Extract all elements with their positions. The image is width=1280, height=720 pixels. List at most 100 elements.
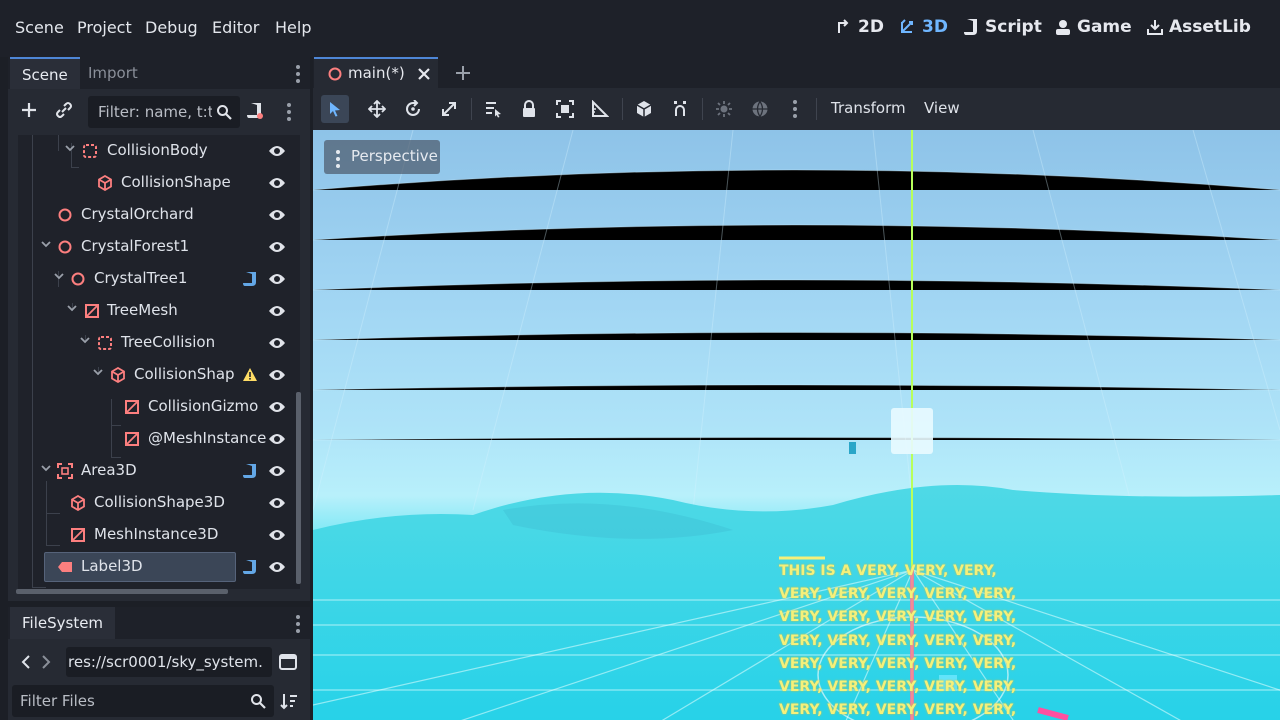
node-label: MeshInstance3D <box>94 525 219 543</box>
node-label: CrystalTree1 <box>94 269 188 287</box>
menu-help[interactable]: Help <box>275 18 311 37</box>
warning-icon[interactable] <box>242 367 258 383</box>
perspective-menu-button[interactable]: Perspective <box>324 140 440 174</box>
visibility-eye-icon[interactable] <box>268 400 286 414</box>
ruler-button[interactable] <box>588 97 612 121</box>
script-attached-icon[interactable] <box>242 559 258 575</box>
scene-dock-menu-icon[interactable] <box>296 65 300 86</box>
visibility-eye-icon[interactable] <box>268 304 286 318</box>
rotate-mode-button[interactable] <box>401 97 425 121</box>
tree-row-collisionshape3d[interactable]: CollisionShape3D <box>18 487 300 519</box>
visibility-eye-icon[interactable] <box>268 272 286 286</box>
chevron-down-icon[interactable] <box>66 302 78 314</box>
viewport-more-icon[interactable] <box>793 100 797 121</box>
chevron-down-icon[interactable] <box>79 334 91 346</box>
tree-vertical-scrollbar[interactable] <box>296 392 301 584</box>
chevron-down-icon[interactable] <box>40 238 52 250</box>
tree-row-collisionbody[interactable]: CollisionBody <box>18 135 300 167</box>
snap-icon <box>674 101 686 116</box>
tree-row-area3d[interactable]: Area3D <box>18 455 300 487</box>
visibility-eye-icon[interactable] <box>268 432 286 446</box>
local-space-button[interactable] <box>632 97 656 121</box>
menu-project[interactable]: Project <box>77 18 132 37</box>
lock-button[interactable] <box>517 97 541 121</box>
tree-row-treecollision[interactable]: TreeCollision <box>18 327 300 359</box>
workspace-assetlib-button[interactable]: AssetLib <box>1147 17 1251 37</box>
select-mode-button[interactable] <box>321 95 349 123</box>
tree-row-collisionshap[interactable]: CollisionShap <box>18 359 300 391</box>
tab-scene[interactable]: Scene <box>10 57 80 89</box>
visibility-eye-icon[interactable] <box>268 208 286 222</box>
visibility-eye-icon[interactable] <box>268 496 286 510</box>
add-node-button[interactable] <box>18 99 40 121</box>
visibility-eye-icon[interactable] <box>268 560 286 574</box>
tree-row-crystalorchard[interactable]: CrystalOrchard <box>18 199 300 231</box>
sort-icon[interactable] <box>280 692 298 710</box>
visibility-eye-icon[interactable] <box>268 464 286 478</box>
filesystem-path-input[interactable] <box>66 647 266 677</box>
snap-button[interactable] <box>668 97 692 121</box>
script-attached-icon[interactable] <box>242 463 258 479</box>
menu-editor[interactable]: Editor <box>212 18 259 37</box>
back-icon[interactable] <box>20 654 32 670</box>
visibility-eye-icon[interactable] <box>268 176 286 190</box>
tree-row-label3d[interactable]: Label3D <box>18 551 300 583</box>
tree-row-treemesh[interactable]: TreeMesh <box>18 295 300 327</box>
forward-icon[interactable] <box>40 654 52 670</box>
chevron-down-icon[interactable] <box>64 142 76 154</box>
instance-scene-button[interactable] <box>53 99 75 121</box>
staticbody-icon <box>98 336 112 350</box>
sun-icon <box>716 101 732 117</box>
workspace-script-label: Script <box>985 17 1042 37</box>
move-mode-button[interactable] <box>365 97 389 121</box>
workspace-2d-button[interactable]: 2D <box>836 17 884 37</box>
tree-row-meshinstance3d[interactable]: MeshInstance3D <box>18 519 300 551</box>
tab-filesystem[interactable]: FileSystem <box>10 607 116 639</box>
tree-row-collisiongizmo[interactable]: CollisionGizmo <box>18 391 300 423</box>
attach-script-button[interactable] <box>244 100 266 122</box>
preview-sun-button[interactable] <box>712 97 736 121</box>
scale-mode-button[interactable] <box>437 97 461 121</box>
visibility-eye-icon[interactable] <box>268 144 286 158</box>
chevron-down-icon[interactable] <box>92 366 104 378</box>
add-tab-icon[interactable] <box>455 65 471 81</box>
scene-filter-input[interactable] <box>88 96 212 128</box>
tree-row-crystaltree1[interactable]: CrystalTree1 <box>18 263 300 295</box>
tree-row-collisionshape[interactable]: CollisionShape <box>18 167 300 199</box>
tree-row-meshinstance[interactable]: @MeshInstance <box>18 423 300 455</box>
cube-icon <box>636 101 652 117</box>
split-view-icon[interactable] <box>279 653 297 671</box>
collisionshape-icon <box>98 175 112 191</box>
workspace-3d-button[interactable]: 3D <box>900 17 948 37</box>
chevron-down-icon[interactable] <box>53 270 65 282</box>
tab-import[interactable]: Import <box>76 57 150 89</box>
scene-more-icon[interactable] <box>287 103 291 124</box>
collisionshape-icon <box>71 495 85 511</box>
group-button[interactable] <box>553 97 577 121</box>
script-attached-icon[interactable] <box>242 271 258 287</box>
menu-debug[interactable]: Debug <box>145 18 198 37</box>
workspace-script-button[interactable]: Script <box>963 17 1042 37</box>
tab-main-scene[interactable]: main(*) <box>314 57 438 88</box>
lock-icon <box>523 100 535 117</box>
visibility-eye-icon[interactable] <box>268 240 286 254</box>
chevron-down-icon[interactable] <box>40 462 52 474</box>
tree-horizontal-scrollbar[interactable] <box>16 589 228 594</box>
filesystem-dock-menu-icon[interactable] <box>296 615 300 636</box>
visibility-eye-icon[interactable] <box>268 336 286 350</box>
menu-scene[interactable]: Scene <box>15 18 64 37</box>
preview-environment-button[interactable] <box>748 97 772 121</box>
search-icon <box>251 694 266 709</box>
visibility-eye-icon[interactable] <box>268 528 286 542</box>
transform-menu[interactable]: Transform <box>831 99 906 117</box>
3d-viewport[interactable]: Perspective THIS IS A VERY, VERY, VERY, … <box>313 130 1280 720</box>
node-label: Area3D <box>81 461 137 479</box>
view-menu[interactable]: View <box>924 99 960 117</box>
close-icon[interactable] <box>417 67 431 81</box>
filesystem-filter-input[interactable] <box>12 685 242 717</box>
visibility-eye-icon[interactable] <box>268 368 286 382</box>
list-select-button[interactable] <box>481 97 505 121</box>
workspace-game-button[interactable]: Game <box>1055 17 1132 37</box>
list-select-icon <box>486 102 501 118</box>
tree-row-crystalforest1[interactable]: CrystalForest1 <box>18 231 300 263</box>
